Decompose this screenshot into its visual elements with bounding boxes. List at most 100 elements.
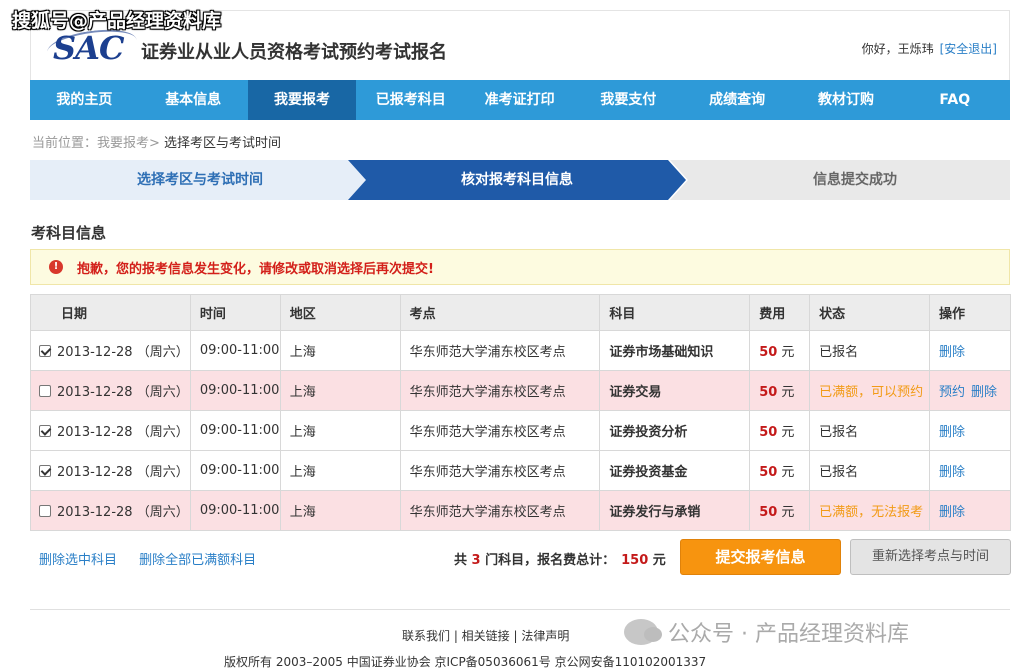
summary-suffix: 元 — [648, 553, 666, 568]
site-cell: 华东师范大学浦东校区考点 — [399, 370, 601, 411]
row-checkbox[interactable] — [39, 385, 51, 397]
weekday-text: （周六） — [136, 345, 189, 360]
time-cell: 09:00-11:00 — [189, 330, 281, 371]
ops-cell: 预约 删除 — [929, 370, 1011, 411]
breadcrumb-parent-link[interactable]: 我要报考> — [97, 136, 160, 151]
date-text: 2013-12-28 — [57, 345, 133, 360]
fee-amount: 50 — [759, 465, 778, 480]
nav-item-6[interactable]: 成绩查询 — [683, 80, 792, 120]
row-action-link[interactable]: 删除 — [939, 465, 965, 480]
ops-cell: 删除 — [929, 410, 1011, 451]
step-verify-subjects: 核对报考科目信息 — [348, 160, 686, 200]
site-cell: 华东师范大学浦东校区考点 — [399, 410, 601, 451]
row-action-link[interactable]: 删除 — [939, 425, 965, 440]
region-cell: 上海 — [279, 370, 401, 411]
watermark-bottom: 公众号 · 产品经理资料库 — [624, 616, 909, 648]
table-header-row: 日期 时间 地区 考点 科目 费用 状态 操作 — [30, 294, 1011, 331]
fee-unit: 元 — [781, 505, 795, 520]
nav-item-4[interactable]: 准考证打印 — [465, 80, 574, 120]
fee-cell: 50 元 — [749, 450, 811, 491]
logout-link[interactable]: [安全退出] — [940, 42, 997, 56]
fee-cell: 50 元 — [749, 330, 811, 371]
table-row: 2013-12-28 （周六） 09:00-11:00 上海 华东师范大学浦东校区考点… — [30, 450, 1011, 491]
user-greeting: 你好，王烁玮 [安全退出] — [862, 40, 997, 57]
delete-selected-link[interactable]: 删除选中科目 — [39, 553, 117, 568]
date-text: 2013-12-28 — [57, 505, 133, 520]
breadcrumb-prefix: 当前位置： — [32, 136, 98, 151]
subject-count: 3 — [471, 553, 481, 568]
status-cell: 已满额，无法报考 — [809, 490, 931, 531]
footer-copyright: 版权所有 2003–2005 中国证券业协会 京ICP备05036061号 京公… — [224, 655, 707, 669]
bulk-actions: 删除选中科目 删除全部已满额科目 — [39, 549, 274, 568]
logo: SAC — [53, 29, 124, 67]
nav-item-2[interactable]: 我要报考 — [247, 80, 357, 120]
date-text: 2013-12-28 — [57, 425, 133, 440]
fee-amount: 50 — [759, 425, 778, 440]
column-header: 日期 — [30, 294, 191, 331]
alert-text: 抱歉，您的报考信息发生变化，请修改或取消选择后再次提交! — [77, 261, 434, 277]
submit-button[interactable]: 提交报考信息 — [680, 539, 841, 575]
column-header: 时间 — [189, 294, 281, 331]
main-nav: 我的主页 基本信息 我要报考 已报考科目 准考证打印 我要支付 成绩查询 教材订购 FAQ — [30, 80, 1010, 120]
row-checkbox[interactable] — [39, 345, 51, 357]
time-cell: 09:00-11:00 — [189, 450, 281, 491]
nav-item-1[interactable]: 基本信息 — [139, 80, 248, 120]
fee-unit: 元 — [781, 385, 795, 400]
column-header: 地区 — [279, 294, 401, 331]
status-cell: 已报名 — [809, 450, 931, 491]
fee-unit: 元 — [781, 345, 795, 360]
date-text: 2013-12-28 — [57, 465, 133, 480]
table-row: 2013-12-28 （周六） 09:00-11:00 上海 华东师范大学浦东校区考点… — [30, 490, 1011, 531]
nav-item-8[interactable]: FAQ — [900, 80, 1009, 120]
nav-item-0[interactable]: 我的主页 — [30, 80, 139, 120]
fee-cell: 50 元 — [749, 410, 811, 451]
subject-cell: 证券交易 — [599, 370, 751, 411]
table-row: 2013-12-28 （周六） 09:00-11:00 上海 华东师范大学浦东校区考点… — [30, 410, 1011, 451]
reselect-button[interactable]: 重新选择考点与时间 — [850, 539, 1011, 575]
row-action-link[interactable]: 删除 — [939, 345, 965, 360]
error-alert: ! 抱歉，您的报考信息发生变化，请修改或取消选择后再次提交! — [30, 249, 1010, 285]
nav-item-3[interactable]: 已报考科目 — [356, 80, 465, 120]
row-checkbox[interactable] — [39, 425, 51, 437]
fee-unit: 元 — [781, 465, 795, 480]
watermark-bottom-text: 公众号 · 产品经理资料库 — [668, 622, 909, 647]
table-row: 2013-12-28 （周六） 09:00-11:00 上海 华东师范大学浦东校区考点… — [30, 370, 1011, 411]
weekday-text: （周六） — [136, 465, 189, 480]
date-cell: 2013-12-28 （周六） — [30, 490, 191, 531]
delete-full-link[interactable]: 删除全部已满额科目 — [139, 553, 256, 568]
date-cell: 2013-12-28 （周六） — [30, 450, 191, 491]
table-row: 2013-12-28 （周六） 09:00-11:00 上海 华东师范大学浦东校区考点… — [30, 330, 1011, 371]
subject-cell: 证券市场基础知识 — [599, 330, 751, 371]
date-text: 2013-12-28 — [57, 385, 133, 400]
date-cell: 2013-12-28 （周六） — [30, 330, 191, 371]
fee-amount: 50 — [759, 385, 778, 400]
ops-cell: 删除 — [929, 330, 1011, 371]
row-checkbox[interactable] — [39, 505, 51, 517]
summary-prefix: 共 — [454, 553, 472, 568]
nav-item-5[interactable]: 我要支付 — [574, 80, 683, 120]
error-icon: ! — [49, 260, 63, 274]
fee-amount: 50 — [759, 345, 778, 360]
site-cell: 华东师范大学浦东校区考点 — [399, 490, 601, 531]
time-cell: 09:00-11:00 — [189, 490, 281, 531]
row-checkbox[interactable] — [39, 465, 51, 477]
status-cell: 已报名 — [809, 330, 931, 371]
watermark-top: 搜狐号@产品经理资料库 — [12, 10, 222, 32]
fee-cell: 50 元 — [749, 370, 811, 411]
row-action-link[interactable]: 删除 — [939, 505, 965, 520]
ops-cell: 删除 — [929, 450, 1011, 491]
footer-divider — [30, 609, 1010, 610]
footer-links[interactable]: 联系我们 | 相关链接 | 法律声明 — [402, 627, 569, 644]
status-cell: 已报名 — [809, 410, 931, 451]
weekday-text: （周六） — [136, 385, 189, 400]
site-title: 证券业从业人员资格考试预约考试报名 — [141, 42, 447, 63]
region-cell: 上海 — [279, 490, 401, 531]
row-action-link[interactable]: 预约 — [939, 385, 965, 400]
exam-subject-table: 日期 时间 地区 考点 科目 费用 状态 操作 2013-12-28 （周六） 09:00-11… — [30, 294, 1011, 531]
wechat-icon — [624, 619, 662, 645]
ops-cell: 删除 — [929, 490, 1011, 531]
row-action-link[interactable]: 删除 — [971, 385, 997, 400]
nav-item-7[interactable]: 教材订购 — [792, 80, 901, 120]
fee-unit: 元 — [781, 425, 795, 440]
time-cell: 09:00-11:00 — [189, 410, 281, 451]
